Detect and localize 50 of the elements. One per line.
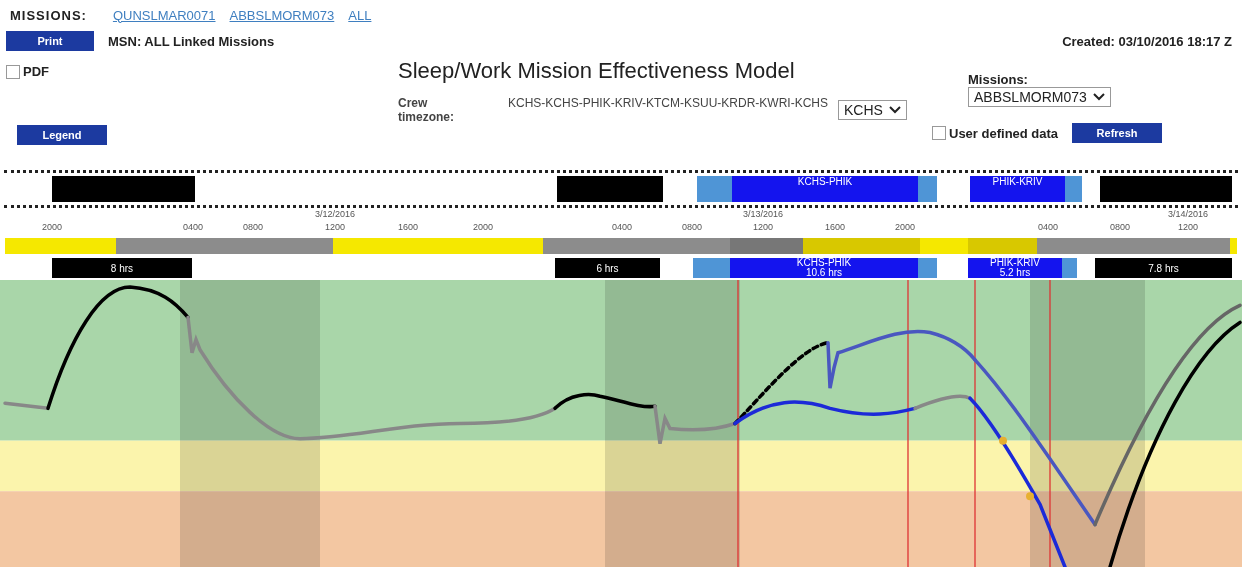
pdf-label: PDF — [23, 64, 49, 79]
time-tick-label: 1200 — [753, 222, 773, 232]
time-tick-label: 0800 — [682, 222, 702, 232]
msn-label: MSN: ALL Linked Missions — [108, 33, 275, 49]
mission-link[interactable]: ABBSLMORM073 — [229, 7, 335, 23]
missions-label: MISSIONS: — [10, 7, 87, 23]
time-tick-label: 0800 — [243, 222, 263, 232]
time-tick-label: 2000 — [41, 222, 62, 232]
time-tick-label: 0800 — [1110, 222, 1130, 232]
timezone-select[interactable]: KCHS — [838, 100, 907, 120]
date-label: 3/13/2016 — [743, 209, 783, 219]
time-tick-label: 1200 — [325, 222, 345, 232]
marker-dot — [999, 436, 1007, 445]
sleep-block[interactable] — [1100, 176, 1232, 202]
caret-icon — [1092, 93, 1105, 101]
date-label: 3/12/2016 — [315, 209, 355, 219]
sleep-duration-block[interactable]: 8 hrs — [52, 258, 192, 278]
missions-select[interactable]: ABBSLMORM073 — [968, 87, 1111, 107]
time-tick-label: 0400 — [1038, 222, 1058, 232]
time-tick-label: 0400 — [612, 222, 632, 232]
time-tick-label: 1600 — [398, 222, 418, 232]
flight-block[interactable]: PHIK-KRIV — [970, 176, 1082, 202]
route-text: KCHS-KCHS-PHIK-KRIV-KTCM-KSUU-KRDR-KWRI-KCHS — [508, 96, 829, 110]
missions-select-label: Missions: — [968, 72, 1029, 87]
crew-timezone-label: Crew timezone: — [398, 96, 455, 124]
refresh-button[interactable]: Refresh — [1072, 123, 1163, 143]
time-tick-label: 1600 — [824, 222, 845, 232]
sleep-block[interactable] — [557, 176, 663, 202]
time-tick-label: 1200 — [1178, 222, 1198, 232]
sleep-duration-block[interactable]: 7.8 hrs — [1095, 258, 1232, 278]
print-button[interactable]: Print — [6, 31, 94, 51]
sleep-block[interactable] — [52, 176, 195, 202]
marker-dot — [1026, 492, 1034, 501]
mission-link[interactable]: QUNSLMAR0071 — [112, 7, 216, 23]
created-timestamp: Created: 03/10/2016 18:17 Z — [1062, 33, 1232, 49]
mission-link[interactable]: ALL — [348, 7, 372, 23]
sleep-duration-block[interactable]: 6 hrs — [555, 258, 660, 278]
flight-duty-block[interactable]: KCHS-PHIK 10.6 hrs — [693, 258, 937, 278]
flight-duty-block[interactable]: PHIK-KRIV 5.2 hrs — [968, 258, 1077, 278]
time-tick-label: 2000 — [895, 222, 915, 232]
date-label: 3/14/2016 — [1168, 209, 1208, 219]
time-tick-label: 2000 — [473, 222, 493, 232]
time-tick-label: 0400 — [183, 222, 203, 232]
legend-button[interactable]: Legend — [17, 125, 107, 145]
flight-block[interactable]: KCHS-PHIK — [697, 176, 937, 202]
caret-icon — [888, 106, 901, 114]
page-title: Sleep/Work Mission Effectiveness Model — [398, 58, 796, 84]
pdf-checkbox[interactable] — [6, 64, 20, 79]
user-defined-checkbox[interactable] — [932, 126, 946, 140]
user-defined-label: User defined data — [949, 125, 1059, 141]
